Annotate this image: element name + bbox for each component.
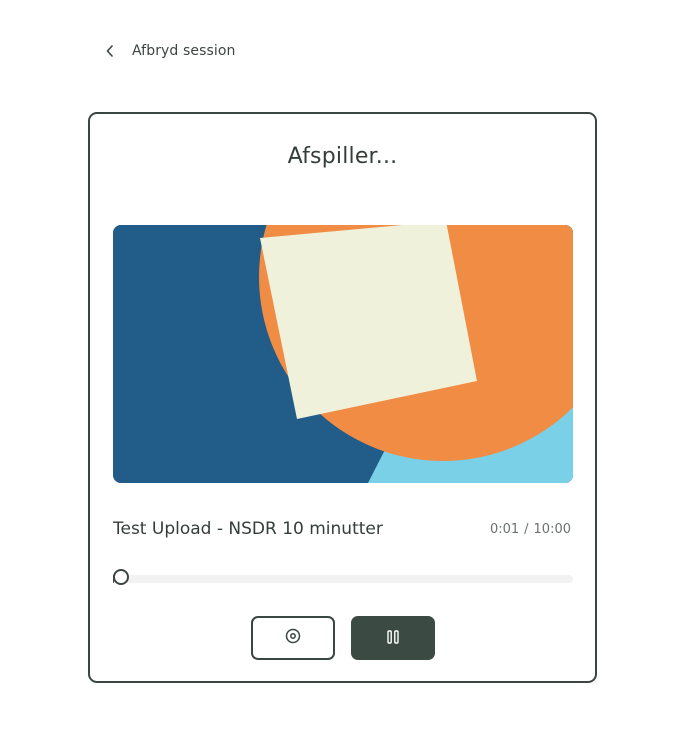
progress-bar[interactable] [112, 569, 573, 585]
elapsed-time: 0:01 [489, 522, 520, 537]
track-title: Test Upload - NSDR 10 minutter [113, 519, 383, 539]
target-button[interactable] [250, 616, 335, 660]
total-duration: 10:00 [533, 522, 571, 537]
back-link-abort-session[interactable]: Afbryd session [104, 40, 236, 62]
player-card: Afspiller... Test Upload - NSDR 10 minut… [88, 112, 597, 683]
pause-button[interactable] [350, 616, 435, 660]
time-separator: / [524, 522, 529, 537]
chevron-left-icon [104, 44, 116, 58]
target-circle-icon [285, 628, 301, 648]
track-artwork [113, 225, 573, 483]
player-status-title: Afspiller... [287, 144, 398, 169]
playback-controls [90, 616, 595, 660]
playback-time: 0:01 / 10:00 [490, 522, 571, 537]
back-link-label: Afbryd session [132, 43, 236, 59]
pause-icon [386, 629, 399, 648]
progress-handle[interactable] [112, 569, 129, 585]
